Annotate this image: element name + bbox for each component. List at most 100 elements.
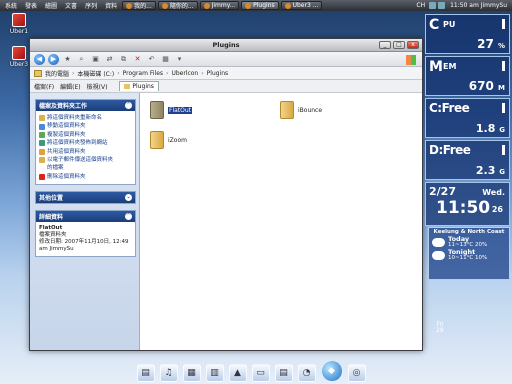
menu-publish[interactable]: 發表 <box>22 1 40 10</box>
delete-icon[interactable]: ✕ <box>132 54 143 64</box>
breadcrumb-drive-c[interactable]: 本機磁碟 (C:) <box>77 69 114 78</box>
folders-icon[interactable]: ▣ <box>90 54 101 64</box>
task-link[interactable]: 共用這個資料夾 <box>39 148 132 156</box>
app-icon <box>161 2 168 9</box>
breadcrumb-separator: › <box>72 69 75 77</box>
copy-to-icon[interactable]: ⧉ <box>118 54 129 64</box>
d-drive-value: 2.3 G <box>475 164 505 177</box>
views-icon[interactable]: ▦ <box>160 54 171 64</box>
breadcrumb-ubericon[interactable]: Uberlcon <box>171 70 198 77</box>
tab-plugins[interactable]: Plugins <box>119 81 159 91</box>
explorer-window: Plugins _ □ x ◀ ▶ ★ ⌕ ▣ ⇄ ⧉ ✕ ↶ ▦ ▾ 我的電腦… <box>29 38 423 351</box>
weather-widget[interactable]: Keelung & North Coast Today 11~13°C 20% T… <box>428 227 510 280</box>
folder-item-ibounce[interactable]: iBounce <box>280 101 322 119</box>
breadcrumb-program-files[interactable]: Program Files <box>123 70 163 77</box>
dock-trash-icon[interactable]: ◎ <box>347 364 366 382</box>
views-dropdown-icon[interactable]: ▾ <box>174 54 185 64</box>
minimize-button[interactable]: _ <box>379 41 391 49</box>
close-button[interactable]: x <box>407 41 419 49</box>
breadcrumb-plugins[interactable]: Plugins <box>207 70 229 77</box>
menu-sequence[interactable]: 序列 <box>82 1 100 10</box>
panel-header[interactable]: 詳細資料 ⌃ <box>36 211 135 223</box>
panel-header[interactable]: 其他位置 ⌄ <box>36 192 135 204</box>
task-button-uber3[interactable]: Uber3 ... <box>280 1 323 10</box>
desktop-icon-uber1[interactable]: Uber1 <box>5 13 33 35</box>
dock-notes-icon[interactable]: ▤ <box>274 364 293 382</box>
panel-title: 其他位置 <box>39 195 64 203</box>
task-button-jimmy[interactable]: Jimmy... <box>199 1 240 10</box>
forecast-range: 10~11°C 10% <box>448 255 488 261</box>
task-icon <box>39 123 45 130</box>
clock-seconds: 26 <box>491 205 503 214</box>
expand-chevron-icon[interactable]: ⌄ <box>125 194 132 202</box>
tray-network-icon[interactable] <box>429 2 437 9</box>
maximize-button[interactable]: □ <box>393 41 405 49</box>
task-link[interactable]: 的檔案 <box>39 164 132 172</box>
task-label: 我的... <box>134 3 152 10</box>
panel-header[interactable]: 檔案及資料夾工作 ⌃ <box>36 100 135 111</box>
task-label: 複製這個資料夾 <box>47 131 86 138</box>
breadcrumb-separator: › <box>201 69 204 77</box>
tray-volume-icon[interactable] <box>438 2 446 9</box>
move-to-icon[interactable]: ⇄ <box>104 54 115 64</box>
window-titlebar[interactable]: Plugins _ □ x <box>30 39 422 52</box>
top-taskbar: 系統 發表 繪圖 文書 序列 資料 我的... 隨你的... Jimmy... … <box>0 0 512 11</box>
task-link[interactable]: 複製這個資料夾 <box>39 131 132 139</box>
favorite-star-icon[interactable]: ★ <box>62 54 73 64</box>
undo-icon[interactable]: ↶ <box>146 54 157 64</box>
memory-level-bar <box>502 61 505 71</box>
menu-bar: 檔案(F) 編輯(E) 檢視(V) Plugins <box>30 80 422 93</box>
language-indicator[interactable]: CH <box>414 2 427 9</box>
dock-music-icon[interactable]: ♫ <box>159 364 178 382</box>
window-title: Plugins <box>212 41 240 49</box>
search-icon[interactable]: ⌕ <box>76 54 87 64</box>
cpu-value: 27 % <box>477 37 505 51</box>
dock-globe-icon[interactable]: ◆ <box>320 360 343 382</box>
memory-label: M <box>429 59 443 75</box>
folder-item-izoom[interactable]: iZoom <box>150 131 187 149</box>
menu-file[interactable]: 檔案(F) <box>34 82 54 91</box>
task-link[interactable]: 以電子郵件傳送這個資料夾 <box>39 156 132 164</box>
forward-button[interactable]: ▶ <box>48 53 59 65</box>
breadcrumb-separator: › <box>117 69 120 77</box>
collapse-chevron-icon[interactable]: ⌃ <box>125 213 132 221</box>
desktop-icon-label: Uber1 <box>9 28 29 35</box>
task-button-browser[interactable]: 隨你的... <box>157 1 198 10</box>
task-link[interactable]: 將這個資料夾重新命名 <box>39 114 132 122</box>
d-drive-free-meter: D:Free 2.3 G <box>425 140 510 180</box>
breadcrumb-mycomputer[interactable]: 我的電腦 <box>45 69 69 78</box>
dock-document-icon[interactable]: ▥ <box>205 364 224 382</box>
clock-day: Wed. <box>482 188 505 197</box>
task-label: Jimmy... <box>211 2 236 9</box>
details-body: FlatOut 檔案資料夾 修改日期: 2007年11月10日, 12:49 a… <box>36 222 135 256</box>
task-button-mycomputer[interactable]: 我的... <box>122 1 156 10</box>
task-button-plugins[interactable]: Plugins <box>241 1 279 10</box>
folder-icon <box>124 84 131 89</box>
task-icon <box>39 148 45 155</box>
dock-grid-icon[interactable]: ▦ <box>182 364 201 382</box>
address-bar[interactable]: 我的電腦 › 本機磁碟 (C:) › Program Files › Uberl… <box>30 67 422 80</box>
detail-modified-2: am JimmySu <box>39 246 74 253</box>
menu-draw[interactable]: 繪圖 <box>42 1 60 10</box>
forecast-today: Today 11~13°C 20% <box>429 235 509 248</box>
file-view[interactable]: FlatOut iBounce iZoom <box>140 93 422 350</box>
dock-clock-icon[interactable]: ◔ <box>297 364 316 382</box>
menu-document[interactable]: 文書 <box>62 1 80 10</box>
menu-edit[interactable]: 編輯(E) <box>60 82 80 91</box>
task-link[interactable]: 將這個資料夾發佈到網站 <box>39 139 132 147</box>
task-link[interactable]: 移動這個資料夾 <box>39 122 132 130</box>
calendar-widget: Fri 29 <box>436 322 444 334</box>
menu-view[interactable]: 檢視(V) <box>87 82 108 91</box>
menu-data[interactable]: 資料 <box>102 1 120 10</box>
forecast-tonight: Tonight 10~11°C 10% <box>429 248 509 261</box>
dock-library-icon[interactable]: ▤ <box>136 364 155 382</box>
collapse-chevron-icon[interactable]: ⌃ <box>125 102 132 109</box>
task-link[interactable]: 刪除這個資料夾 <box>39 173 132 181</box>
back-button[interactable]: ◀ <box>34 53 45 65</box>
task-label: 刪除這個資料夾 <box>47 173 86 180</box>
panel-title: 詳細資料 <box>39 214 64 222</box>
folder-item-flatout[interactable]: FlatOut <box>150 101 193 119</box>
dock-monitor-icon[interactable]: ▭ <box>251 364 270 382</box>
dock-photo-icon[interactable]: ▲ <box>228 364 247 382</box>
menu-system[interactable]: 系統 <box>2 1 20 10</box>
